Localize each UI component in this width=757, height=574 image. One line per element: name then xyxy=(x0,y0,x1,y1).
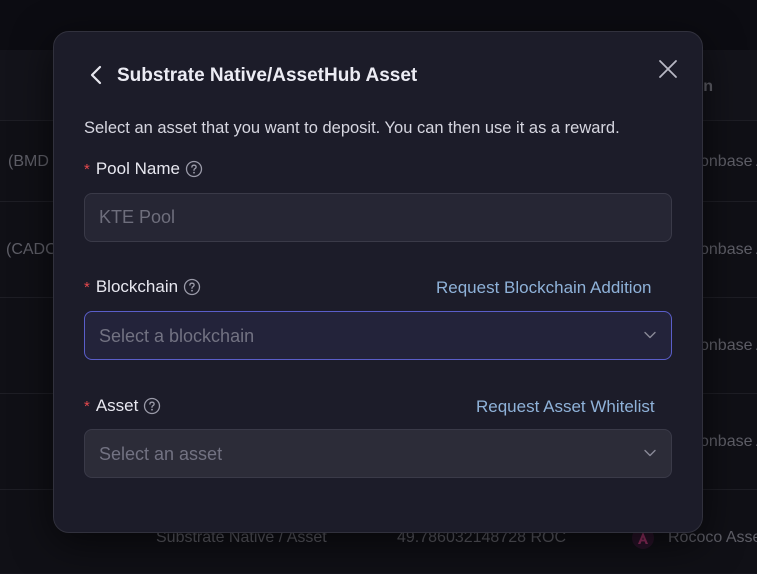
deposit-asset-modal: Substrate Native/AssetHub Asset Select a… xyxy=(53,31,703,533)
pool-name-label-row: * Pool Name xyxy=(84,159,203,179)
blockchain-label-row: * Blockchain xyxy=(84,277,201,297)
chevron-down-icon xyxy=(643,328,657,347)
pool-name-field xyxy=(84,193,672,242)
asset-label: Asset xyxy=(95,396,139,415)
modal-title: Substrate Native/AssetHub Asset xyxy=(117,65,418,86)
pool-name-input[interactable] xyxy=(85,194,671,241)
chevron-left-icon xyxy=(90,65,102,85)
back-button[interactable] xyxy=(86,62,108,88)
asset-select[interactable]: Select an asset xyxy=(84,429,672,478)
blockchain-label: Blockchain xyxy=(95,277,179,296)
help-circle-icon[interactable] xyxy=(185,160,203,178)
close-icon xyxy=(659,60,677,78)
help-circle-icon[interactable] xyxy=(183,278,201,296)
chevron-down-icon xyxy=(643,446,657,465)
request-asset-whitelist-link[interactable]: Request Asset Whitelist xyxy=(476,397,655,417)
required-marker: * xyxy=(84,397,90,415)
modal-description: Select an asset that you want to deposit… xyxy=(84,119,620,137)
close-button[interactable] xyxy=(655,56,681,82)
asset-select-placeholder: Select an asset xyxy=(99,444,223,464)
pool-name-label: Pool Name xyxy=(95,159,180,178)
request-blockchain-addition-link[interactable]: Request Blockchain Addition xyxy=(436,278,651,298)
required-marker: * xyxy=(84,278,90,296)
blockchain-select-placeholder: Select a blockchain xyxy=(99,326,255,346)
required-marker: * xyxy=(84,160,90,178)
blockchain-select[interactable]: Select a blockchain xyxy=(84,311,672,360)
asset-label-row: * Asset xyxy=(84,396,161,416)
help-circle-icon[interactable] xyxy=(143,397,161,415)
